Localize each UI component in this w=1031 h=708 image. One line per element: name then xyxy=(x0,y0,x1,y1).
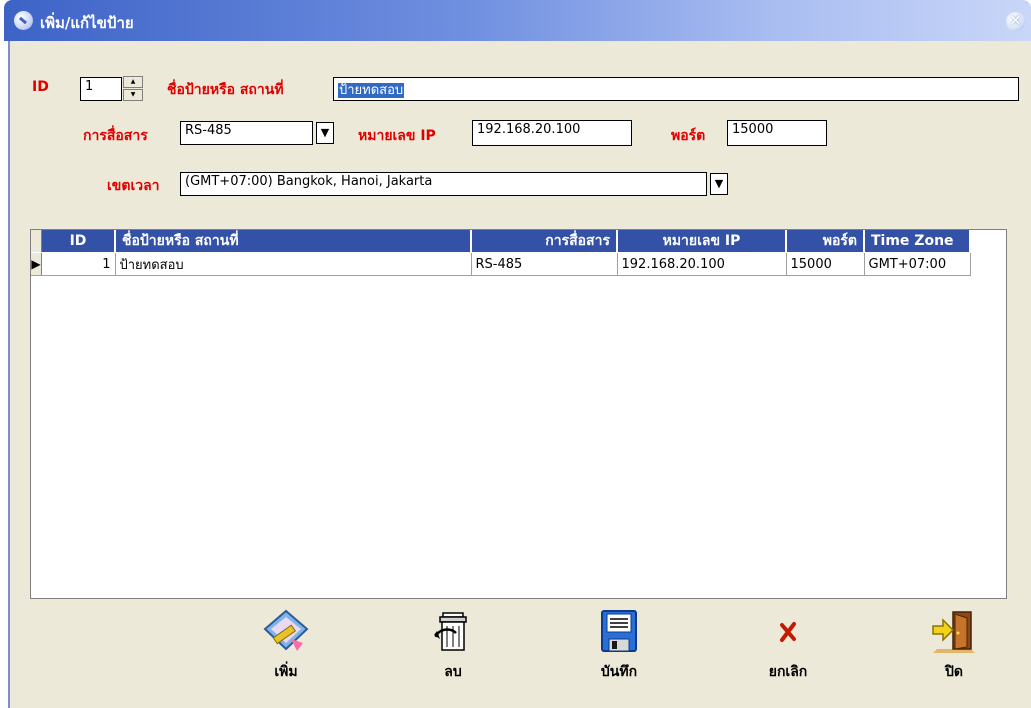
cell-name[interactable]: ป้ายทดสอบ xyxy=(115,252,472,276)
title-bar: เพิ่ม/แก้ไขป้าย ✕ xyxy=(4,0,1031,41)
exit-label: ปิด xyxy=(945,664,963,680)
cell-comm[interactable]: RS-485 xyxy=(471,252,618,276)
save-button[interactable]: บันทึก xyxy=(579,609,659,683)
spin-up-icon[interactable]: ▲ xyxy=(123,76,143,88)
window-app-icon xyxy=(14,11,33,30)
ip-field[interactable]: 192.168.20.100 xyxy=(472,120,632,146)
save-label: บันทึก xyxy=(600,664,638,680)
spin-down-icon[interactable]: ▼ xyxy=(123,89,143,101)
name-label: ชื่อป้ายหรือ สถานที่ xyxy=(167,82,284,98)
delete-button[interactable]: ลบ xyxy=(413,609,493,683)
row-indicator-header xyxy=(31,230,42,253)
row-pointer-icon: ▶ xyxy=(31,252,42,276)
col-header-id[interactable]: ID xyxy=(41,230,116,253)
cell-ip[interactable]: 192.168.20.100 xyxy=(617,252,787,276)
name-value: ป้ายทดสอบ xyxy=(338,83,405,98)
col-header-port[interactable]: พอร์ต xyxy=(786,230,865,253)
exit-button[interactable]: ปิด xyxy=(914,609,994,683)
cancel-button[interactable]: ยกเลิก xyxy=(748,609,828,683)
id-spinner[interactable]: ▲ ▼ xyxy=(123,76,143,102)
name-field[interactable]: ป้ายทดสอบ xyxy=(333,77,1019,101)
cell-port[interactable]: 15000 xyxy=(786,252,865,276)
sign-table[interactable]: ID ชื่อป้ายหรือ สถานที่ การสื่อสาร หมายเ… xyxy=(30,229,1007,599)
trash-icon xyxy=(434,612,467,651)
col-header-ip[interactable]: หมายเลข IP xyxy=(617,230,787,253)
cancel-x-icon xyxy=(780,622,796,642)
close-icon[interactable]: ✕ xyxy=(1006,12,1025,31)
port-field[interactable]: 15000 xyxy=(727,120,827,146)
add-pencil-icon xyxy=(263,609,309,651)
col-header-timezone[interactable]: Time Zone xyxy=(864,230,971,253)
window-title: เพิ่ม/แก้ไขป้าย xyxy=(40,14,134,32)
table-row[interactable]: ▶ 1 ป้ายทดสอบ RS-485 192.168.20.100 1500… xyxy=(31,252,971,276)
port-label: พอร์ต xyxy=(671,128,706,144)
table-header-row: ID ชื่อป้ายหรือ สถานที่ การสื่อสาร หมายเ… xyxy=(31,230,971,253)
ip-label: หมายเลข IP xyxy=(358,128,436,144)
add-button[interactable]: เพิ่ม xyxy=(246,609,326,683)
cancel-label: ยกเลิก xyxy=(768,664,808,680)
comm-label: การสื่อสาร xyxy=(83,128,148,144)
dialog-window: เพิ่ม/แก้ไขป้าย ✕ ID 1 ▲ ▼ ชื่อป้ายหรือ … xyxy=(0,0,1031,708)
delete-label: ลบ xyxy=(444,664,462,680)
id-field[interactable]: 1 xyxy=(80,77,122,101)
col-header-name[interactable]: ชื่อป้ายหรือ สถานที่ xyxy=(115,230,472,253)
comm-dropdown-arrow-icon[interactable]: ▼ xyxy=(316,122,334,144)
id-label: ID xyxy=(32,79,49,95)
comm-select[interactable]: RS-485 xyxy=(180,121,313,145)
cell-timezone[interactable]: GMT+07:00 xyxy=(864,252,971,276)
timezone-dropdown-arrow-icon[interactable]: ▼ xyxy=(710,173,728,195)
add-label: เพิ่ม xyxy=(274,664,298,680)
timezone-label: เขตเวลา xyxy=(107,178,160,194)
timezone-select[interactable]: (GMT+07:00) Bangkok, Hanoi, Jakarta xyxy=(180,172,707,196)
cell-id[interactable]: 1 xyxy=(41,252,116,276)
dialog-body: ID 1 ▲ ▼ ชื่อป้ายหรือ สถานที่ ป้ายทดสอบ … xyxy=(8,41,1031,708)
floppy-disk-icon xyxy=(601,610,637,652)
col-header-comm[interactable]: การสื่อสาร xyxy=(471,230,618,253)
exit-door-icon xyxy=(932,611,975,653)
